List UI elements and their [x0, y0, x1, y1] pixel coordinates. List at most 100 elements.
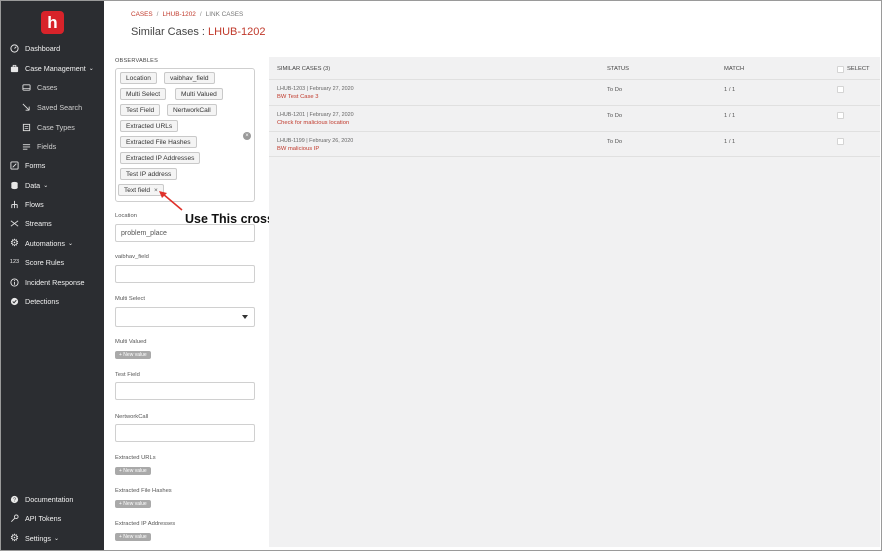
- case-title-link[interactable]: BW Test Case 3: [277, 94, 318, 100]
- fields-icon: [21, 141, 32, 152]
- sidebar-item-settings[interactable]: ⚙ Settings ⌄: [9, 531, 59, 545]
- observable-tag[interactable]: Extracted File Hashes: [120, 136, 197, 148]
- observable-tag-label: Text field: [124, 186, 151, 194]
- case-status: To Do: [607, 139, 623, 145]
- sidebar-item-flows[interactable]: Flows: [9, 197, 44, 211]
- sidebar-item-automations[interactable]: ⚙ Automations ⌄: [9, 236, 73, 250]
- sidebar-item-score-rules[interactable]: 123 Score Rules: [9, 255, 64, 269]
- new-value-button[interactable]: + New value: [115, 467, 151, 475]
- similar-cases-panel: SIMILAR CASES (3) STATUS MATCH SELECT LH…: [269, 57, 880, 547]
- new-value-button[interactable]: + New value: [115, 500, 151, 508]
- case-match: 1 / 1: [724, 113, 736, 119]
- observable-tag[interactable]: Multi Valued: [175, 88, 223, 100]
- sidebar-item-cases[interactable]: Cases: [21, 80, 57, 94]
- test-field-input[interactable]: [115, 382, 255, 400]
- sidebar-item-label: Streams: [25, 218, 52, 228]
- breadcrumb-separator: /: [199, 11, 202, 18]
- annotation-arrow: [159, 191, 183, 211]
- sidebar-item-label: Dashboard: [25, 43, 61, 53]
- sidebar-item-fields[interactable]: Fields: [21, 139, 56, 153]
- sidebar-item-streams[interactable]: Streams: [9, 216, 52, 230]
- inbox-icon: [21, 82, 32, 93]
- case-meta: LHUB-1201 | February 27, 2020: [277, 112, 354, 118]
- sidebar-item-detections[interactable]: Detections: [9, 294, 59, 308]
- case-match: 1 / 1: [724, 139, 736, 145]
- observable-tag[interactable]: Extracted IP Addresses: [120, 152, 201, 164]
- sidebar-item-label: Case Management: [25, 63, 86, 73]
- settings-icon: ⚙: [10, 532, 19, 544]
- sidebar-item-case-types[interactable]: Case Types: [21, 120, 75, 134]
- new-value-button[interactable]: + New value: [115, 351, 151, 359]
- row-select-checkbox[interactable]: [837, 86, 844, 93]
- observable-tag[interactable]: Extracted URLs: [120, 120, 179, 132]
- observable-tag[interactable]: Test IP address: [120, 168, 178, 180]
- clear-all-icon[interactable]: ×: [243, 132, 251, 140]
- sidebar-item-data[interactable]: Data ⌄: [9, 178, 48, 192]
- column-header-match: MATCH: [724, 66, 745, 72]
- new-value-button[interactable]: + New value: [115, 533, 151, 541]
- observable-tag[interactable]: vaibhav_field: [164, 72, 215, 84]
- case-match: 1 / 1: [724, 87, 736, 93]
- vaibhav-field-label: vaibhav_field: [115, 254, 149, 260]
- gear-icon: ⚙: [10, 237, 19, 249]
- sidebar-item-label: Detections: [25, 296, 59, 306]
- sidebar-item-api-tokens[interactable]: API Tokens: [9, 511, 61, 525]
- observables-label: OBSERVABLES: [115, 58, 159, 64]
- breadcrumb-case-link[interactable]: LHUB-1202: [162, 11, 195, 18]
- sidebar-item-label: API Tokens: [25, 513, 62, 523]
- saved-search-icon: [21, 102, 32, 113]
- page-title-case-id: LHUB-1202: [208, 26, 266, 38]
- key-icon: [9, 513, 20, 524]
- observable-tag[interactable]: Location: [120, 72, 157, 84]
- network-call-input[interactable]: [115, 424, 255, 442]
- table-row[interactable]: LHUB-1199 | February 26, 2020 BW malicio…: [269, 131, 880, 157]
- row-select-checkbox[interactable]: [837, 138, 844, 145]
- observable-tag[interactable]: Test Field: [120, 104, 161, 116]
- sidebar-item-saved-search[interactable]: Saved Search: [21, 100, 82, 114]
- vaibhav-field-input[interactable]: [115, 265, 255, 283]
- page-title-prefix: Similar Cases :: [131, 26, 205, 38]
- sidebar-item-dashboard[interactable]: Dashboard: [9, 41, 60, 55]
- select-all-checkbox[interactable]: [837, 66, 844, 73]
- observable-tag[interactable]: Multi Select: [120, 88, 167, 100]
- database-icon: [9, 180, 20, 191]
- case-status: To Do: [607, 113, 623, 119]
- row-select-checkbox[interactable]: [837, 112, 844, 119]
- multi-select-label: Multi Select: [115, 296, 145, 302]
- multi-valued-label: Multi Valued: [115, 339, 147, 345]
- table-row[interactable]: LHUB-1201 | February 27, 2020 Check for …: [269, 105, 880, 131]
- case-meta: LHUB-1199 | February 26, 2020: [277, 138, 354, 144]
- score-rules-icon: 123: [9, 259, 20, 265]
- observables-multiselect[interactable]: Location vaibhav_field Multi Select Mult…: [115, 68, 255, 202]
- flows-icon: [9, 199, 20, 210]
- location-input[interactable]: problem_place: [115, 224, 255, 242]
- table-row[interactable]: LHUB-1203 | February 27, 2020 BW Test Ca…: [269, 79, 880, 105]
- chevron-down-icon: ⌄: [67, 240, 73, 247]
- observable-tag[interactable]: NertworkCall: [167, 104, 217, 116]
- sidebar-item-case-management[interactable]: Case Management ⌄: [9, 61, 94, 75]
- network-call-label: NertworkCall: [115, 414, 149, 420]
- chevron-down-icon: ⌄: [53, 535, 60, 542]
- help-icon: ?: [9, 494, 20, 505]
- sidebar-item-label: Data: [25, 180, 41, 190]
- sidebar-item-label: Flows: [25, 199, 44, 209]
- sidebar-item-label: Fields: [37, 141, 57, 151]
- app-logo[interactable]: h: [41, 11, 64, 34]
- multi-select-dropdown[interactable]: [115, 307, 255, 327]
- case-title-link[interactable]: Check for malicious location: [277, 120, 349, 126]
- test-field-label: Test Field: [115, 372, 140, 378]
- breadcrumb-cases-link[interactable]: CASES: [131, 11, 153, 18]
- sidebar-item-incident-response[interactable]: Incident Response: [9, 275, 85, 289]
- chevron-down-icon: ⌄: [43, 182, 49, 189]
- sidebar-item-label: Score Rules: [25, 257, 65, 267]
- sidebar: h Dashboard Case Management ⌄ Cases Save…: [1, 1, 104, 550]
- detections-icon: [9, 296, 20, 307]
- page-title: Similar Cases : LHUB-1202: [131, 26, 266, 38]
- sidebar-item-label: Settings: [25, 533, 51, 543]
- observables-panel: OBSERVABLES Location vaibhav_field Multi…: [104, 50, 266, 550]
- extracted-hashes-label: Extracted File Hashes: [115, 488, 172, 494]
- sidebar-item-documentation[interactable]: ? Documentation: [9, 492, 73, 506]
- forms-icon: [9, 160, 20, 171]
- sidebar-item-forms[interactable]: Forms: [9, 158, 45, 172]
- case-title-link[interactable]: BW malicious IP: [277, 146, 319, 152]
